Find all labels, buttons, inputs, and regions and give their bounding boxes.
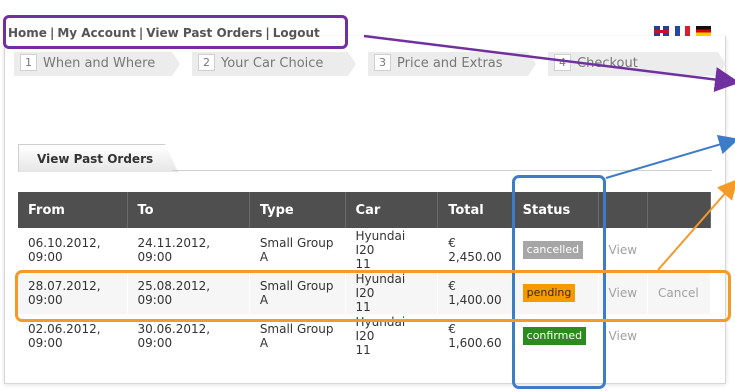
row-arrow xyxy=(657,178,735,271)
page: Home | My Account | View Past Orders | Logout … xyxy=(0,0,735,392)
nav-arrow xyxy=(363,34,735,92)
annotation-arrows xyxy=(363,34,735,271)
status-arrow xyxy=(605,134,735,179)
